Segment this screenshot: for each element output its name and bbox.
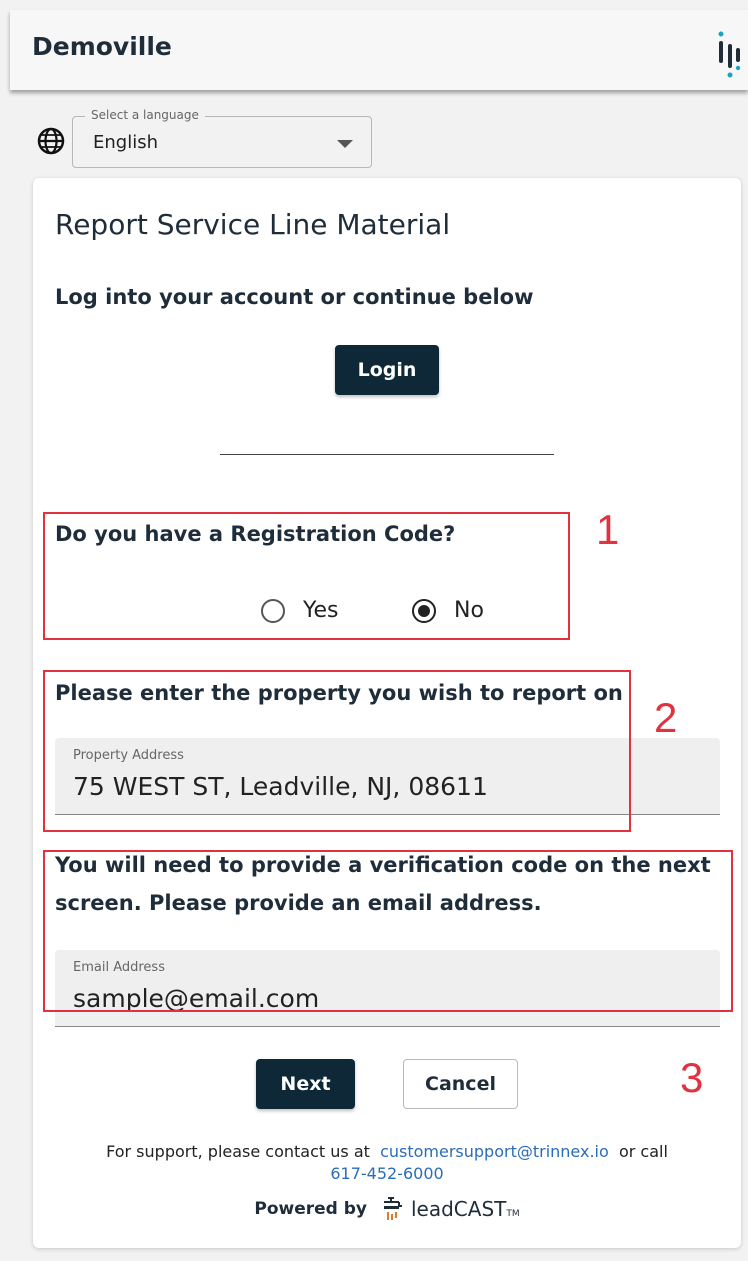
divider bbox=[220, 454, 554, 455]
annotation-number-3: 3 bbox=[680, 1054, 704, 1101]
powered-by: Powered by leadCASTTM bbox=[33, 1196, 741, 1222]
page-title: Report Service Line Material bbox=[55, 208, 451, 241]
annotation-number-1: 1 bbox=[596, 506, 620, 553]
app-header: Demoville bbox=[10, 10, 748, 90]
leadcast-faucet-icon bbox=[383, 1197, 402, 1220]
language-select-value: English bbox=[93, 132, 158, 153]
annotation-number-2: 2 bbox=[654, 694, 678, 741]
language-select[interactable]: Select a language English bbox=[72, 108, 372, 168]
powered-by-label: Powered by bbox=[254, 1199, 367, 1219]
support-email-link[interactable]: customersupport@trinnex.io bbox=[380, 1142, 609, 1161]
leadcast-brand: leadCASTTM bbox=[410, 1197, 520, 1221]
annotation-box-2 bbox=[43, 670, 631, 832]
login-button[interactable]: Login bbox=[335, 345, 439, 395]
annotation-box-1 bbox=[43, 512, 570, 640]
globe-icon bbox=[37, 127, 65, 155]
next-button[interactable]: Next bbox=[256, 1059, 355, 1109]
cancel-button[interactable]: Cancel bbox=[403, 1059, 518, 1109]
trinnex-dots-logo-icon bbox=[718, 31, 741, 78]
app-title: Demoville bbox=[32, 32, 172, 61]
support-phone-link[interactable]: 617-452-6000 bbox=[330, 1164, 443, 1183]
annotation-box-3 bbox=[43, 850, 733, 1012]
caret-down-icon bbox=[337, 140, 353, 148]
support-text: For support, please contact us at custom… bbox=[33, 1141, 741, 1185]
language-select-legend: Select a language bbox=[85, 108, 205, 122]
support-prefix: For support, please contact us at bbox=[106, 1142, 370, 1161]
support-mid: or call bbox=[618, 1142, 668, 1161]
login-prompt: Log into your account or continue below bbox=[55, 285, 534, 309]
